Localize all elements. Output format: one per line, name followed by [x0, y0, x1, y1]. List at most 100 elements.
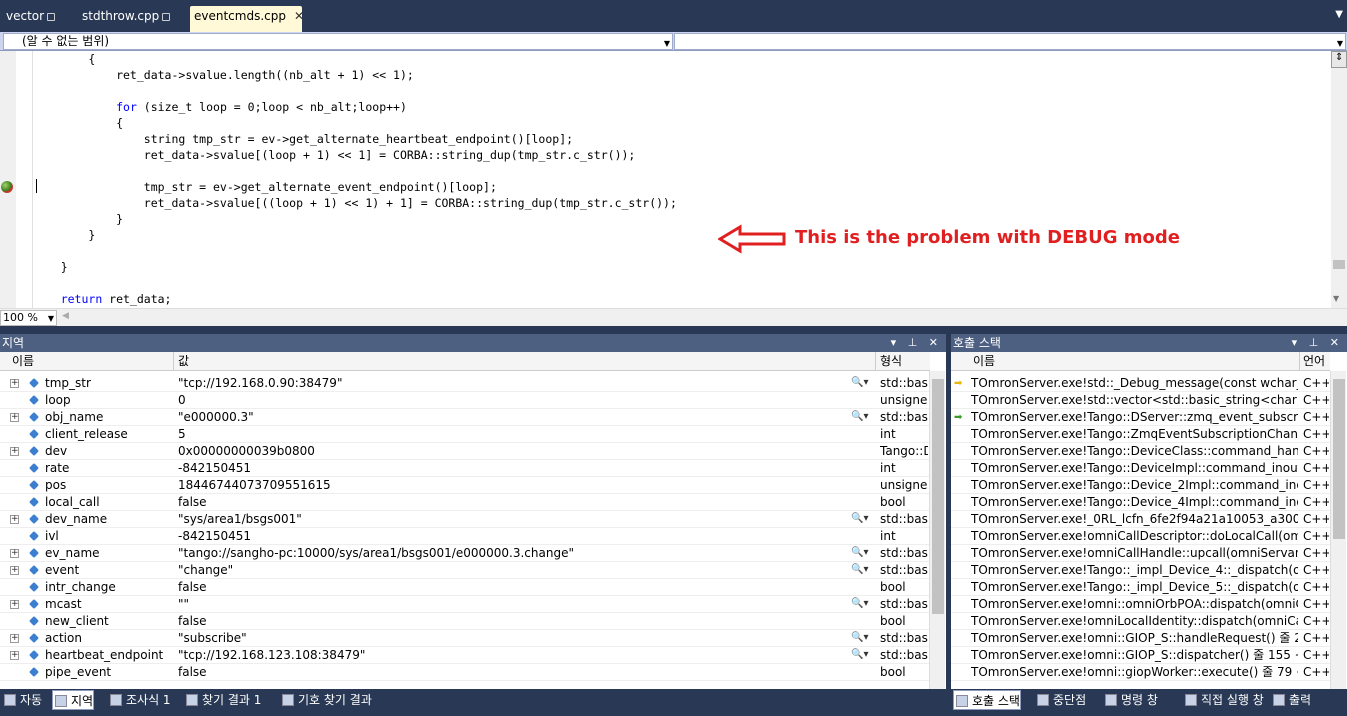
locals-row[interactable]: client_release 5 int	[0, 426, 929, 443]
panel-controls[interactable]: ▾ ⊥ ✕	[1292, 334, 1343, 352]
variable-value[interactable]: false	[178, 579, 848, 596]
callstack-row[interactable]: TOmronServer.exe!_0RL_lcfn_6fe2f94a21a10…	[951, 511, 1330, 528]
callstack-row[interactable]: TOmronServer.exe!Tango::DeviceImpl::comm…	[951, 460, 1330, 477]
split-window-button[interactable]: ⇕	[1331, 51, 1347, 68]
variable-value[interactable]: "tango://sangho-pc:10000/sys/area1/bsgs0…	[178, 545, 848, 562]
editor-horizontal-scrollbar[interactable]: ◀	[60, 311, 1330, 325]
panel-controls[interactable]: ▾ ⊥ ✕	[891, 334, 942, 352]
callstack-row[interactable]: TOmronServer.exe!omni::giopWorker::execu…	[951, 664, 1330, 681]
column-header-type[interactable]: 형식	[876, 352, 930, 371]
chevron-left-icon[interactable]: ◀	[62, 311, 69, 321]
callstack-row[interactable]: TOmronServer.exe!Tango::Device_2Impl::co…	[951, 477, 1330, 494]
locals-row[interactable]: + tmp_str "tcp://192.168.0.90:38479" 🔍▾ std:…	[0, 375, 929, 392]
tab-eventcmds[interactable]: eventcmds.cpp ✕	[190, 6, 304, 32]
magnifier-icon[interactable]: 🔍▾	[851, 377, 868, 388]
callstack-row[interactable]: ➡ TOmronServer.exe!Tango::DServer::zmq_ev…	[951, 409, 1330, 426]
breakpoint-icon[interactable]	[1, 181, 13, 193]
callstack-row[interactable]: TOmronServer.exe!Tango::DeviceClass::com…	[951, 443, 1330, 460]
variable-value[interactable]: "e000000.3"	[178, 409, 848, 426]
locals-row[interactable]: ivl -842150451 int	[0, 528, 929, 545]
editor-gutter[interactable]	[0, 51, 16, 308]
close-icon[interactable]: ✕	[294, 6, 304, 26]
magnifier-icon[interactable]: 🔍▾	[851, 649, 868, 660]
callstack-row[interactable]: TOmronServer.exe!omniCallHandle::upcall(…	[951, 545, 1330, 562]
zoom-combo[interactable]: 100 % ▼	[0, 310, 57, 326]
locals-row[interactable]: intr_change false bool	[0, 579, 929, 596]
variable-value[interactable]: false	[178, 664, 848, 681]
expand-icon[interactable]: +	[10, 634, 19, 643]
locals-row[interactable]: rate -842150451 int	[0, 460, 929, 477]
bottom-tab[interactable]: 찾기 결과 1	[184, 690, 261, 710]
variable-value[interactable]: "tcp://192.168.0.90:38479"	[178, 375, 848, 392]
bottom-tab[interactable]: 직접 실행 창	[1183, 690, 1264, 710]
variable-value[interactable]: "tcp://192.168.123.108:38479"	[178, 647, 848, 664]
tab-vector[interactable]: vector	[2, 6, 56, 26]
locals-row[interactable]: new_client false bool	[0, 613, 929, 630]
magnifier-icon[interactable]: 🔍▾	[851, 547, 868, 558]
scrollbar-thumb[interactable]	[932, 379, 944, 614]
scrollbar-thumb[interactable]	[1333, 260, 1345, 269]
callstack-row[interactable]: TOmronServer.exe!Tango::Device_4Impl::co…	[951, 494, 1330, 511]
bottom-tab[interactable]: 자동	[2, 690, 42, 710]
expand-icon[interactable]: +	[10, 651, 19, 660]
editor-vertical-scrollbar[interactable]: ▼	[1331, 51, 1347, 308]
variable-value[interactable]: false	[178, 494, 848, 511]
tab-stdthrow[interactable]: stdthrow.cpp	[78, 6, 171, 26]
bottom-tab[interactable]: 지역	[52, 690, 95, 710]
locals-row[interactable]: + mcast ""🔍▾ std::basic	[0, 596, 929, 613]
variable-value[interactable]: -842150451	[178, 528, 848, 545]
column-header-name[interactable]: 이름	[0, 352, 174, 371]
magnifier-icon[interactable]: 🔍▾	[851, 411, 868, 422]
variable-value[interactable]: -842150451	[178, 460, 848, 477]
column-header-language[interactable]: 언어	[1300, 352, 1330, 371]
scope-combo-right[interactable]: ▼	[674, 33, 1346, 50]
variable-value[interactable]: "sys/area1/bsgs001"	[178, 511, 848, 528]
scope-combo-left[interactable]: (알 수 없는 범위) ▼	[3, 33, 673, 50]
column-header-value[interactable]: 값	[174, 352, 876, 371]
expand-icon[interactable]: +	[10, 379, 19, 388]
bottom-tab[interactable]: 호출 스택	[953, 690, 1021, 710]
bottom-tab[interactable]: 중단점	[1035, 690, 1086, 710]
expand-icon[interactable]: +	[10, 549, 19, 558]
expand-icon[interactable]: +	[10, 566, 19, 575]
callstack-row[interactable]: TOmronServer.exe!Tango::_impl_Device_4::…	[951, 562, 1330, 579]
locals-row[interactable]: + heartbeat_endpoint "tcp://192.168.123.10…	[0, 647, 929, 664]
expand-icon[interactable]: +	[10, 413, 19, 422]
callstack-row[interactable]: TOmronServer.exe!omniCallDescriptor::doL…	[951, 528, 1330, 545]
locals-row[interactable]: local_call false bool	[0, 494, 929, 511]
callstack-row[interactable]: TOmronServer.exe!omniLocalIdentity::disp…	[951, 613, 1330, 630]
locals-row[interactable]: + action "subscribe"🔍▾ std::basic	[0, 630, 929, 647]
magnifier-icon[interactable]: 🔍▾	[851, 513, 868, 524]
callstack-scrollbar[interactable]	[1330, 371, 1346, 689]
bottom-tab[interactable]: 출력	[1271, 690, 1311, 710]
callstack-row[interactable]: TOmronServer.exe!omni::GIOP_S::handleReq…	[951, 630, 1330, 647]
magnifier-icon[interactable]: 🔍▾	[851, 598, 868, 609]
bottom-tab[interactable]: 명령 창	[1103, 690, 1158, 710]
callstack-row[interactable]: TOmronServer.exe!omni::omniOrbPOA::dispa…	[951, 596, 1330, 613]
locals-row[interactable]: + ev_name "tango://sangho-pc:10000/sys/are…	[0, 545, 929, 562]
magnifier-icon[interactable]: 🔍▾	[851, 632, 868, 643]
variable-value[interactable]: 18446744073709551615	[178, 477, 848, 494]
expand-icon[interactable]: +	[10, 447, 19, 456]
code-editor[interactable]: { ret_data->svalue.length((nb_alt + 1) <…	[0, 51, 1331, 308]
variable-value[interactable]: 0x00000000039b0800	[178, 443, 848, 460]
locals-row[interactable]: + obj_name "e000000.3"🔍▾ std::basic	[0, 409, 929, 426]
bottom-tab[interactable]: 기호 찾기 결과	[280, 690, 372, 710]
locals-row[interactable]: pos 18446744073709551615 unsigned	[0, 477, 929, 494]
callstack-row[interactable]: ➡ TOmronServer.exe!std::_Debug_message(co…	[951, 375, 1330, 392]
chevron-down-icon[interactable]: ▼	[1333, 294, 1339, 303]
bottom-tab[interactable]: 조사식 1	[108, 690, 171, 710]
callstack-row[interactable]: TOmronServer.exe!Tango::ZmqEventSubscrip…	[951, 426, 1330, 443]
callstack-row[interactable]: TOmronServer.exe!omni::GIOP_S::dispatche…	[951, 647, 1330, 664]
locals-row[interactable]: pipe_event false bool	[0, 664, 929, 681]
locals-row[interactable]: loop 0 unsigned	[0, 392, 929, 409]
callstack-row[interactable]: TOmronServer.exe!std::vector<std::basic_…	[951, 392, 1330, 409]
callstack-row[interactable]: TOmronServer.exe!Tango::_impl_Device_5::…	[951, 579, 1330, 596]
expand-icon[interactable]: +	[10, 600, 19, 609]
variable-value[interactable]: 5	[178, 426, 848, 443]
variable-value[interactable]: "change"	[178, 562, 848, 579]
column-header-name[interactable]: 이름	[951, 352, 1300, 371]
tab-dropdown-icon[interactable]: ▼	[1335, 9, 1343, 20]
variable-value[interactable]: "subscribe"	[178, 630, 848, 647]
expand-icon[interactable]: +	[10, 515, 19, 524]
